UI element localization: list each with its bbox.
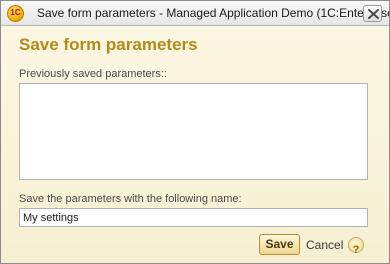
window-title: Save form parameters - Managed Applicati… bbox=[37, 6, 390, 20]
form-title: Save form parameters bbox=[19, 35, 198, 54]
help-button-label: ? bbox=[352, 244, 360, 256]
params-name-input[interactable] bbox=[19, 208, 368, 227]
title-bar[interactable]: 1C Save form parameters - Managed Applic… bbox=[1, 1, 389, 26]
save-form-parameters-window: 1C Save form parameters - Managed Applic… bbox=[0, 0, 390, 264]
params-name-label: Save the parameters with the following n… bbox=[19, 193, 242, 205]
saved-params-label: Previously saved parameters:: bbox=[19, 68, 167, 80]
cancel-button[interactable]: Cancel bbox=[306, 236, 343, 254]
close-icon bbox=[368, 9, 379, 19]
help-icon[interactable]: ? bbox=[348, 237, 364, 256]
logo-text: 1C bbox=[10, 8, 21, 17]
1c-logo-icon[interactable]: 1C bbox=[7, 5, 24, 22]
close-button[interactable] bbox=[363, 5, 382, 22]
save-button[interactable]: Save bbox=[259, 234, 300, 255]
saved-params-list[interactable] bbox=[19, 83, 368, 180]
